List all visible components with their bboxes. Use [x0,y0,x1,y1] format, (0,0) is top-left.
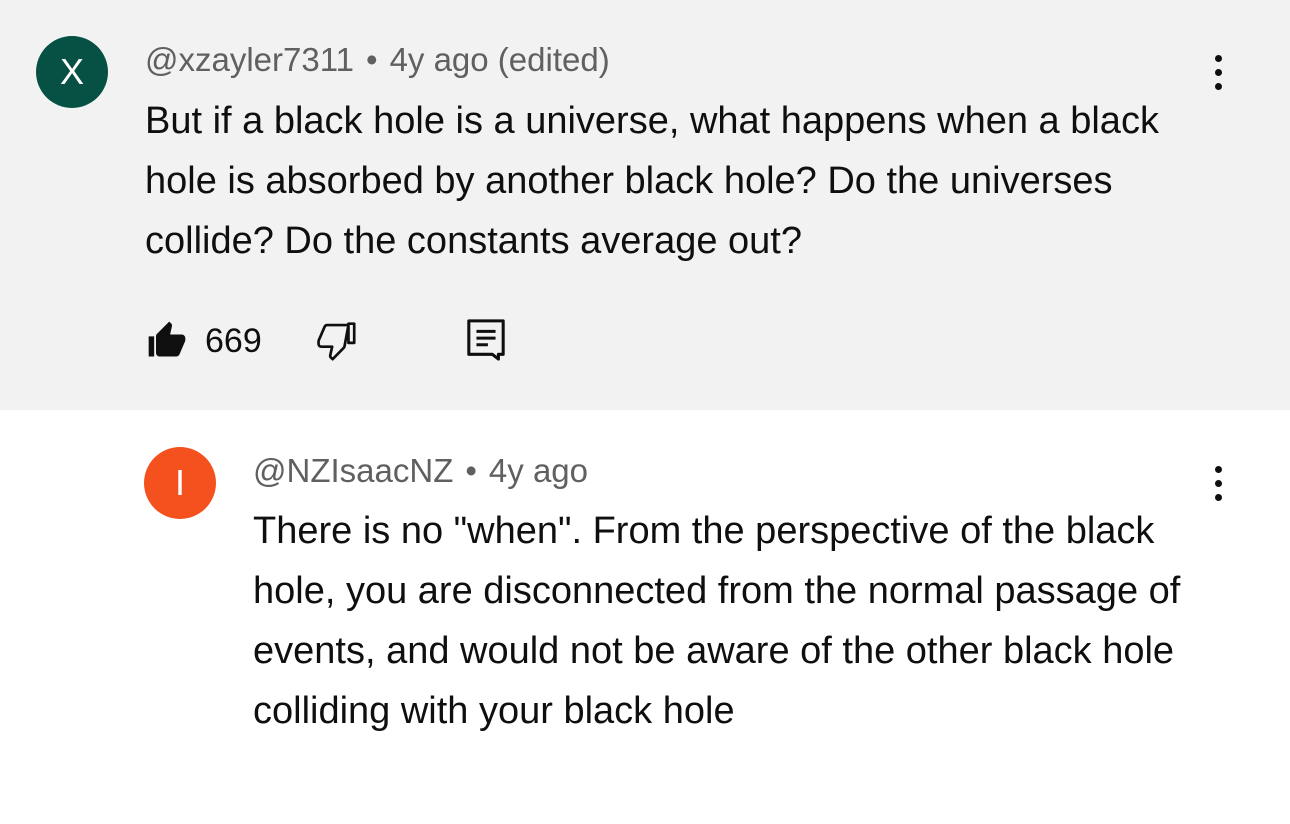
comment-reply-icon [467,319,505,361]
avatar[interactable]: I [144,447,216,519]
reply-time[interactable]: 4y ago [489,452,588,489]
like-button[interactable] [145,315,189,365]
thumbs-up-filled-icon [148,321,186,357]
meta-separator: • [465,452,477,489]
comments-thread: X @xzayler7311 • 4y ago (edited) But if a … [0,0,1290,824]
thumbs-down-outline-icon [317,322,356,361]
reply-text: There is no "when". From the perspective… [253,510,1181,732]
reply-meta: @NZIsaacNZ • 4y ago [253,451,588,491]
comment-time[interactable]: 4y ago (edited) [390,41,610,78]
reply-button[interactable] [465,315,507,365]
meta-separator: • [366,41,378,78]
dislike-button[interactable] [313,315,359,365]
author-handle[interactable]: @NZIsaacNZ [253,452,453,489]
comment-highlighted: X @xzayler7311 • 4y ago (edited) But if a … [0,0,1290,410]
avatar-letter: I [174,462,185,503]
avatar-letter: X [59,51,84,92]
comment-meta: @xzayler7311 • 4y ago (edited) [145,40,610,80]
like-count: 669 [205,322,262,360]
avatar[interactable]: X [36,36,108,108]
comment-text: But if a black hole is a universe, what … [145,100,1159,262]
author-handle[interactable]: @xzayler7311 [145,41,354,78]
